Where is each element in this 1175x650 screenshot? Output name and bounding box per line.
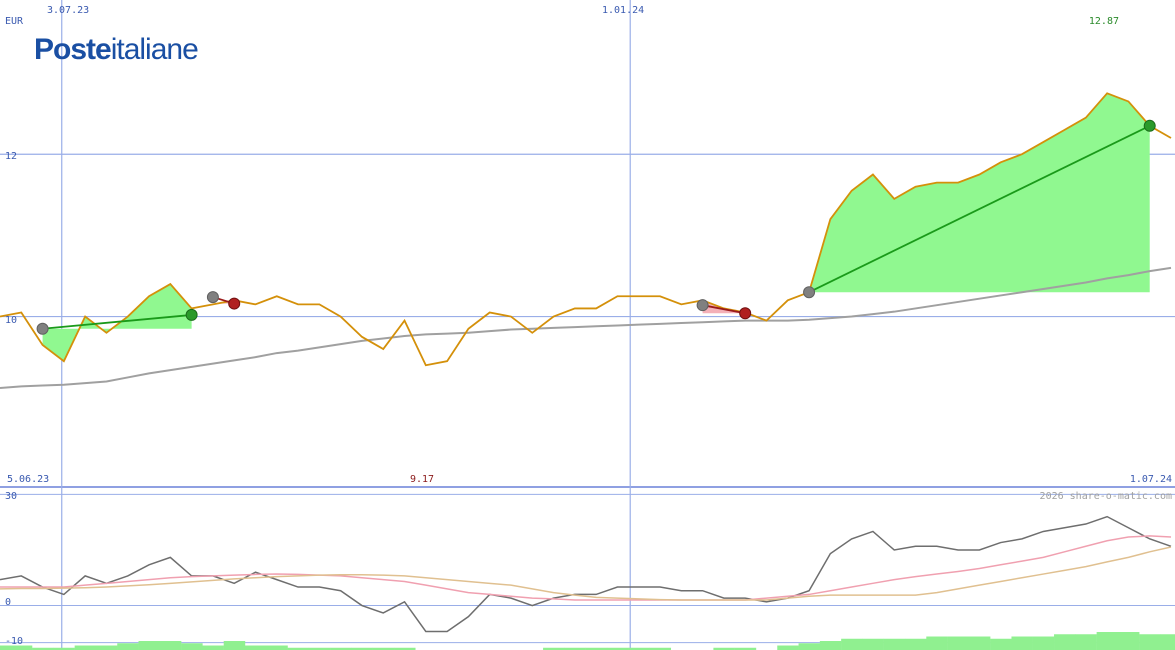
trade-entry-marker-3 xyxy=(803,286,816,299)
volume-bar xyxy=(95,645,118,650)
x-tick-label-jan: 1.01.24 xyxy=(602,5,644,16)
logo-part2: italiane xyxy=(111,33,198,66)
trade-entry-marker-2 xyxy=(696,299,709,312)
volume-bar xyxy=(862,638,884,650)
volume-bar xyxy=(244,645,267,650)
volume-bar xyxy=(1032,636,1055,650)
trade-exit-marker-0 xyxy=(185,308,198,321)
volume-bar xyxy=(947,636,970,650)
max-value-label: 12.87 xyxy=(1089,16,1119,27)
trade-entry-marker-0 xyxy=(36,322,49,335)
min-value-label: 9.17 xyxy=(410,474,434,485)
trade-exit-marker-1 xyxy=(228,297,241,310)
volume-bar xyxy=(117,643,139,650)
currency-label: EUR xyxy=(5,16,24,27)
volume-bar xyxy=(1139,634,1161,650)
volume-bar xyxy=(819,641,842,650)
y-tick-label-12: 12 xyxy=(5,151,17,162)
volume-bar xyxy=(905,638,927,650)
volume-bar xyxy=(926,636,948,650)
trade-exit-marker-3 xyxy=(1143,119,1156,132)
volume-bar xyxy=(968,636,991,650)
osc-tick-label-minus10: -10 xyxy=(5,636,23,647)
logo-text: Posteitaliane xyxy=(34,33,198,66)
volume-bar xyxy=(777,645,799,650)
logo-part1: Poste xyxy=(34,33,111,66)
date-start-label: 5.06.23 xyxy=(7,474,49,485)
volume-bar xyxy=(74,645,97,650)
volume-bar xyxy=(1160,634,1175,650)
volume-bar xyxy=(202,645,224,650)
volume-bar xyxy=(223,641,246,650)
volume-bar xyxy=(1096,632,1119,650)
volume-bar xyxy=(138,641,161,650)
y-tick-label-10: 10 xyxy=(5,315,17,326)
volume-bar xyxy=(990,638,1012,650)
volume-bar xyxy=(266,645,288,650)
x-tick-label-jul: 3.07.23 xyxy=(47,5,89,16)
osc-tick-label-0: 0 xyxy=(5,597,11,608)
share-chart: EUR 3.07.23 1.01.24 12.87 12 10 5.06.23 … xyxy=(0,0,1175,650)
volume-bar xyxy=(1054,634,1076,650)
volume-bar xyxy=(798,643,821,650)
watermark: 2026 share-o-matic.com xyxy=(1040,491,1172,502)
poste-italiane-logo: Posteitaliane xyxy=(34,33,199,66)
volume-bar xyxy=(883,638,906,650)
date-end-label: 1.07.24 xyxy=(1130,474,1172,485)
volume-bar xyxy=(841,638,863,650)
volume-bar xyxy=(1075,634,1097,650)
volume-bar xyxy=(159,641,182,650)
trade-entry-marker-1 xyxy=(206,291,219,304)
volume-bar xyxy=(1117,632,1140,650)
osc-tick-label-30: 30 xyxy=(5,491,17,502)
volume-bar xyxy=(181,643,203,650)
trade-exit-marker-2 xyxy=(739,307,752,320)
volume-bar xyxy=(1011,636,1033,650)
